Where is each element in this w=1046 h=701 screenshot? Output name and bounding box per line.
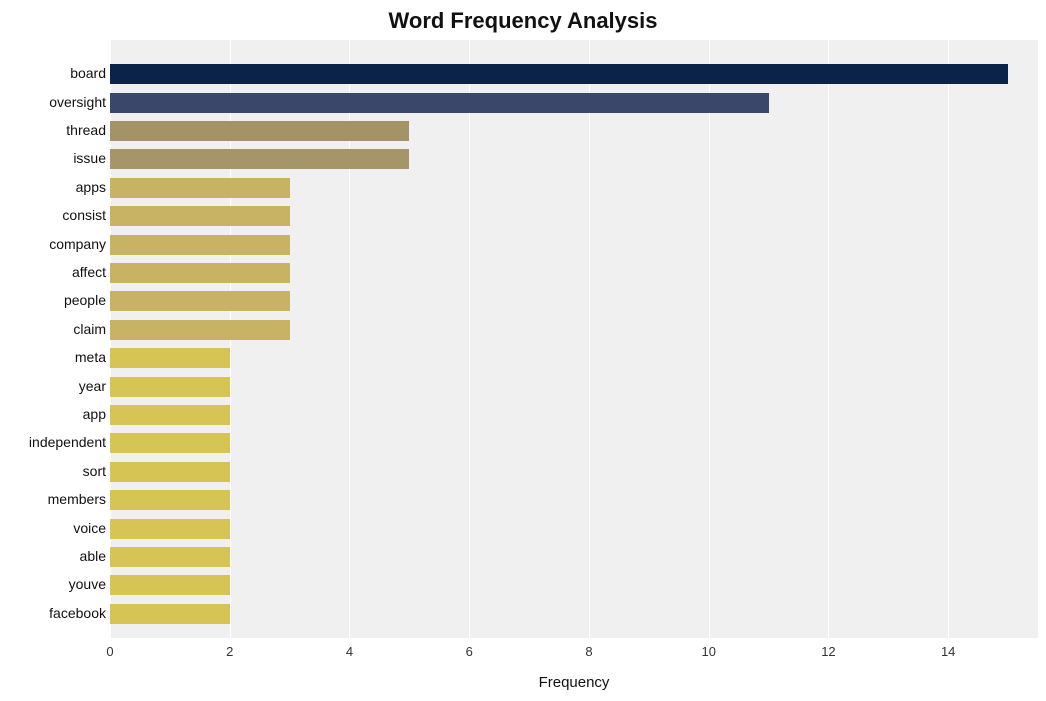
bar: [110, 433, 230, 453]
y-tick-label: people: [6, 292, 106, 308]
y-tick-label: board: [6, 65, 106, 81]
x-tick-label: 10: [689, 644, 729, 659]
y-tick-label: issue: [6, 150, 106, 166]
x-tick-label: 12: [808, 644, 848, 659]
x-ticks: 02468101214: [110, 644, 1038, 662]
bar: [110, 263, 290, 283]
x-tick-label: 4: [329, 644, 369, 659]
bar: [110, 93, 769, 113]
bar: [110, 149, 409, 169]
chart-title: Word Frequency Analysis: [0, 8, 1046, 34]
bar: [110, 121, 409, 141]
bar: [110, 604, 230, 624]
bar: [110, 320, 290, 340]
y-tick-label: oversight: [6, 94, 106, 110]
y-tick-label: independent: [6, 434, 106, 450]
x-tick-label: 8: [569, 644, 609, 659]
bar: [110, 235, 290, 255]
bar: [110, 575, 230, 595]
bar: [110, 291, 290, 311]
y-tick-label: able: [6, 548, 106, 564]
y-tick-label: consist: [6, 207, 106, 223]
y-tick-label: company: [6, 236, 106, 252]
bar: [110, 206, 290, 226]
y-tick-label: app: [6, 406, 106, 422]
x-tick-label: 2: [210, 644, 250, 659]
bar: [110, 64, 1008, 84]
bar: [110, 547, 230, 567]
chart-container: Word Frequency Analysis board oversight th…: [0, 0, 1046, 701]
y-tick-label: claim: [6, 321, 106, 337]
y-tick-label: meta: [6, 349, 106, 365]
bar: [110, 377, 230, 397]
bars-area: [110, 40, 1038, 638]
bar: [110, 519, 230, 539]
y-tick-label: thread: [6, 122, 106, 138]
y-tick-label: sort: [6, 463, 106, 479]
bar: [110, 462, 230, 482]
bar: [110, 178, 290, 198]
x-axis-label: Frequency: [110, 674, 1038, 691]
x-tick-label: 6: [449, 644, 489, 659]
y-tick-label: voice: [6, 520, 106, 536]
y-tick-label: year: [6, 378, 106, 394]
bar: [110, 405, 230, 425]
bar: [110, 348, 230, 368]
y-tick-label: apps: [6, 179, 106, 195]
x-tick-label: 14: [928, 644, 968, 659]
y-tick-label: facebook: [6, 605, 106, 621]
x-tick-label: 0: [90, 644, 130, 659]
y-tick-label: members: [6, 491, 106, 507]
bar: [110, 490, 230, 510]
y-tick-label: youve: [6, 576, 106, 592]
y-tick-label: affect: [6, 264, 106, 280]
plot-area: [110, 40, 1038, 638]
